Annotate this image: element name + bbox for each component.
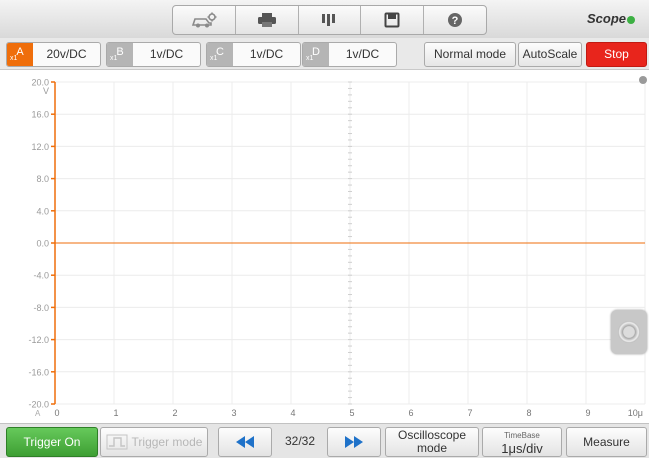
floating-scroll-handle[interactable]	[611, 310, 647, 354]
rewind-icon	[236, 436, 254, 448]
y-tick-label: 16.0	[31, 110, 49, 120]
print-button[interactable]	[236, 6, 299, 34]
top-toolbar: ? Scope	[0, 0, 649, 39]
y-tick-label: -16.0	[28, 367, 49, 377]
channel-c-button[interactable]: Cx1 1v/DC	[206, 42, 301, 67]
car-settings-button[interactable]	[173, 6, 236, 34]
bottom-toolbar: Trigger On Trigger mode 32/32 Oscillosco…	[0, 423, 649, 458]
x-origin-label: A	[35, 409, 41, 418]
channel-b-label: Bx1	[107, 43, 133, 66]
channel-d-button[interactable]: Dx1 1v/DC	[302, 42, 397, 67]
x-tick-label: 4	[290, 408, 295, 418]
car-settings-icon	[191, 12, 217, 28]
x-tick-label: 1	[113, 408, 118, 418]
x-tick-label: 8	[526, 408, 531, 418]
channel-c-scale: 1v/DC	[249, 47, 284, 61]
x-tick-label: 7	[467, 408, 472, 418]
scope-plot-area[interactable]: 20.0 16.0 12.0 8.0 4.0 0.0 -4.0 -8.0 -12.0 -16.0-…	[0, 70, 649, 422]
toolbar-button-group: ?	[172, 5, 487, 35]
pause-icon	[322, 14, 336, 26]
osc-mode-line2: mode	[416, 441, 448, 455]
handle-ring-icon	[618, 321, 640, 343]
channel-c-probe: x1	[210, 55, 218, 62]
timebase-value: 1μs/div	[501, 441, 543, 456]
help-icon: ?	[448, 13, 463, 27]
channel-d-scale: 1v/DC	[345, 47, 380, 61]
next-page-button[interactable]	[327, 427, 381, 457]
x-tick-label: 9	[585, 408, 590, 418]
channel-a-scale: 20v/DC	[46, 47, 87, 61]
trigger-mode-button[interactable]: Trigger mode	[100, 427, 208, 457]
timebase-button[interactable]: TimeBase 1μs/div	[482, 427, 562, 457]
channel-b-probe: x1	[110, 55, 118, 62]
printer-icon	[257, 13, 276, 27]
y-tick-label: -4.0	[33, 271, 49, 281]
normal-mode-button[interactable]: Normal mode	[424, 42, 516, 67]
y-tick-label: 12.0	[31, 142, 49, 152]
corner-indicator-icon	[639, 76, 647, 84]
trigger-on-button[interactable]: Trigger On	[6, 427, 98, 457]
fast-forward-icon	[345, 436, 363, 448]
app-title: Scope	[586, 11, 626, 26]
scope-waveform-svg: 20.016.012.08.04.00.0-4.0-8.0-12.0-16.0-…	[28, 78, 646, 418]
oscilloscope-mode-button[interactable]: Oscilloscope mode	[385, 427, 479, 457]
autoscale-button[interactable]: AutoScale	[518, 42, 582, 67]
trigger-mode-label: Trigger mode	[131, 435, 203, 449]
y-tick-label: 0.0	[36, 239, 49, 249]
channel-d-probe: x1	[306, 55, 314, 62]
help-button[interactable]: ?	[424, 6, 486, 34]
channel-c-label: Cx1	[207, 43, 233, 66]
pause-capture-button[interactable]	[299, 6, 362, 34]
y-tick-label: 8.0	[36, 174, 49, 184]
channel-a-probe: x1	[10, 55, 18, 62]
y-tick-label: -12.0	[28, 335, 49, 345]
status-dot-icon	[627, 16, 635, 24]
measure-button[interactable]: Measure	[566, 427, 647, 457]
channel-d-label: Dx1	[303, 43, 329, 66]
x-tick-label: 3	[231, 408, 236, 418]
y-tick-label: 4.0	[36, 206, 49, 216]
x-tick-label: 6	[408, 408, 413, 418]
save-icon	[384, 12, 400, 28]
page-counter: 32/32	[284, 434, 316, 448]
channel-b-scale: 1v/DC	[149, 47, 184, 61]
channel-a-button[interactable]: Ax1 20v/DC	[6, 42, 101, 67]
y-axis-unit: V	[43, 86, 49, 96]
channel-settings-row: Ax1 20v/DC Bx1 1v/DC Cx1 1v/DC Dx1 1v/DC…	[0, 38, 649, 70]
svg-text:?: ?	[452, 15, 459, 27]
channel-b-button[interactable]: Bx1 1v/DC	[106, 42, 201, 67]
stop-button[interactable]: Stop	[586, 42, 647, 67]
save-button[interactable]	[361, 6, 425, 34]
x-tick-label: 2	[172, 408, 177, 418]
trigger-mode-icon	[106, 434, 128, 450]
previous-page-button[interactable]	[218, 427, 272, 457]
channel-a-label: Ax1	[7, 43, 33, 66]
app-brand: Scope	[587, 11, 635, 26]
x-tick-label: 5	[349, 408, 354, 418]
y-tick-label: -8.0	[33, 303, 49, 313]
x-tick-label: 0	[54, 408, 59, 418]
x-tick-label: 10μ	[628, 408, 643, 418]
y-tick-label: -20.0	[28, 400, 49, 410]
